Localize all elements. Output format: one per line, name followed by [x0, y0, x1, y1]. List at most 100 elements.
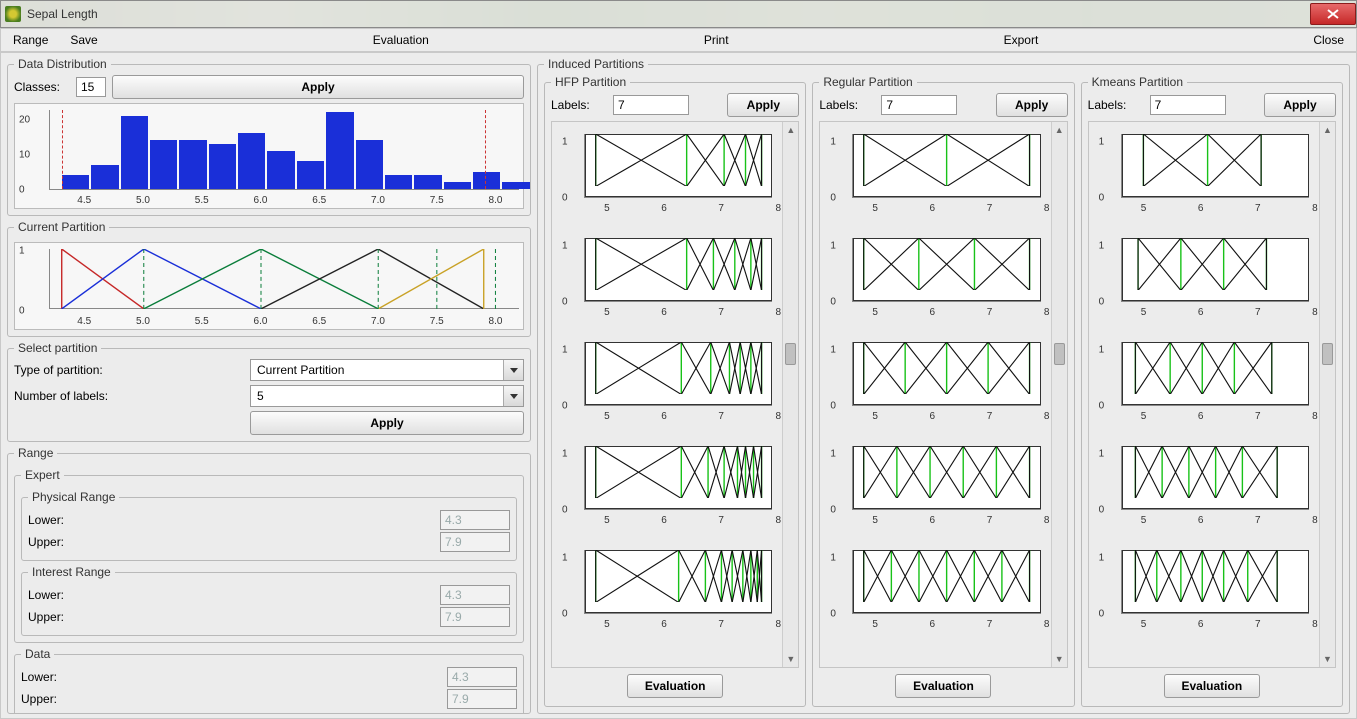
partition-thumbnail[interactable]: 015678: [1093, 230, 1315, 320]
window: Sepal Length Range Save Evaluation Print…: [0, 0, 1357, 719]
hfp-column: HFP Partition Labels: Apply 015678015678…: [544, 75, 806, 707]
kmeans-header: Labels: Apply: [1088, 93, 1336, 117]
right-column: Induced Partitions HFP Partition Labels:…: [537, 57, 1350, 714]
hfp-body: 015678 015678 015678 015678 015678 ▲▼: [551, 121, 799, 668]
phys-upper-input[interactable]: [440, 532, 510, 552]
select-partition-legend: Select partition: [14, 341, 101, 355]
data-lower-input[interactable]: [447, 667, 517, 687]
partition-type-select[interactable]: Current Partition: [250, 359, 524, 381]
window-title: Sepal Length: [27, 7, 98, 21]
kmeans-labels-input[interactable]: [1150, 95, 1226, 115]
app-icon: [5, 6, 21, 22]
interest-range-legend: Interest Range: [28, 565, 115, 579]
physical-range-fieldset: Physical Range Lower: Upper:: [21, 490, 517, 561]
induced-partitions-fieldset: Induced Partitions HFP Partition Labels:…: [537, 57, 1350, 714]
hfp-fieldset: HFP Partition Labels: Apply 015678015678…: [544, 75, 806, 707]
partition-thumbnail[interactable]: 015678: [1093, 334, 1315, 424]
partition-thumbnail[interactable]: 015678: [1093, 126, 1315, 216]
partition-thumbnail[interactable]: 015678: [556, 230, 778, 320]
regular-evaluation-button[interactable]: Evaluation: [895, 674, 991, 698]
histogram-chart: 01020 4.55.05.56.06.57.07.58.0: [14, 103, 524, 209]
kmeans-apply-button[interactable]: Apply: [1264, 93, 1336, 117]
classes-input[interactable]: [76, 77, 106, 97]
regular-column: Regular Partition Labels: Apply 01567801…: [812, 75, 1074, 707]
induced-row: HFP Partition Labels: Apply 015678015678…: [544, 75, 1343, 707]
data-range-fieldset: Data Lower: Upper:: [14, 647, 524, 714]
data-range-legend: Data: [21, 647, 54, 661]
partition-thumbnail[interactable]: 015678: [824, 438, 1046, 528]
menu-evaluation[interactable]: Evaluation: [367, 31, 435, 49]
kmeans-evaluation-button[interactable]: Evaluation: [1164, 674, 1260, 698]
menu-close[interactable]: Close: [1307, 31, 1350, 49]
titlebar: Sepal Length: [0, 0, 1357, 28]
current-partition-chart: 4.55.05.56.06.57.07.58.0 01: [14, 242, 524, 330]
physical-range-legend: Physical Range: [28, 490, 119, 504]
regular-legend: Regular Partition: [819, 75, 916, 89]
current-partition-fieldset: Current Partition 4.55.05.56.06.57.07.58…: [7, 220, 531, 337]
menu-save[interactable]: Save: [64, 31, 103, 49]
hfp-header: Labels: Apply: [551, 93, 799, 117]
hfp-labels-input[interactable]: [613, 95, 689, 115]
partition-thumbnail[interactable]: 015678: [556, 126, 778, 216]
regular-scrollbar[interactable]: ▲▼: [1051, 122, 1067, 667]
regular-labels-label: Labels:: [819, 98, 873, 112]
data-lower-label: Lower:: [21, 670, 441, 684]
phys-lower-input[interactable]: [440, 510, 510, 530]
partition-thumbnail[interactable]: 015678: [556, 542, 778, 632]
data-upper-label: Upper:: [21, 692, 441, 706]
phys-lower-label: Lower:: [28, 513, 434, 527]
left-column: Data Distribution Classes: Apply 01020 4…: [7, 57, 531, 714]
regular-apply-button[interactable]: Apply: [996, 93, 1068, 117]
partition-thumbnail[interactable]: 015678: [824, 542, 1046, 632]
data-distribution-fieldset: Data Distribution Classes: Apply 01020 4…: [7, 57, 531, 216]
int-upper-label: Upper:: [28, 610, 434, 624]
int-upper-input[interactable]: [440, 607, 510, 627]
partition-thumbnail[interactable]: 015678: [1093, 438, 1315, 528]
regular-labels-input[interactable]: [881, 95, 957, 115]
content: Data Distribution Classes: Apply 01020 4…: [0, 52, 1357, 719]
menu-print[interactable]: Print: [698, 31, 735, 49]
expert-fieldset: Expert Physical Range Lower: Upper: Inte…: [14, 468, 524, 643]
partition-thumbnail[interactable]: 015678: [1093, 542, 1315, 632]
partition-thumbnail[interactable]: 015678: [556, 438, 778, 528]
menu-range[interactable]: Range: [7, 31, 54, 49]
kmeans-column: Kmeans Partition Labels: Apply 015678 015…: [1081, 75, 1343, 707]
num-labels-label: Number of labels:: [14, 389, 244, 403]
dist-apply-button[interactable]: Apply: [112, 75, 524, 99]
regular-header: Labels: Apply: [819, 93, 1067, 117]
select-apply-button[interactable]: Apply: [250, 411, 524, 435]
kmeans-scrollbar[interactable]: ▲▼: [1319, 122, 1335, 667]
int-lower-input[interactable]: [440, 585, 510, 605]
hfp-legend: HFP Partition: [551, 75, 630, 89]
hfp-apply-button[interactable]: Apply: [727, 93, 799, 117]
kmeans-legend: Kmeans Partition: [1088, 75, 1187, 89]
select-partition-fieldset: Select partition Type of partition: Curr…: [7, 341, 531, 442]
partition-thumbnail[interactable]: 015678: [824, 126, 1046, 216]
partition-thumbnail[interactable]: 015678: [556, 334, 778, 424]
window-close-button[interactable]: [1310, 3, 1356, 25]
int-lower-label: Lower:: [28, 588, 434, 602]
chevron-down-icon: [503, 360, 523, 380]
regular-fieldset: Regular Partition Labels: Apply 01567801…: [812, 75, 1074, 707]
data-upper-input[interactable]: [447, 689, 517, 709]
classes-label: Classes:: [14, 80, 70, 94]
regular-body: 015678 015678 015678 015678 015678 ▲▼: [819, 121, 1067, 668]
expert-legend: Expert: [21, 468, 64, 482]
current-partition-legend: Current Partition: [14, 220, 109, 234]
hfp-evaluation-button[interactable]: Evaluation: [627, 674, 723, 698]
num-labels-select[interactable]: 5: [250, 385, 524, 407]
kmeans-fieldset: Kmeans Partition Labels: Apply 015678 015…: [1081, 75, 1343, 707]
partition-thumbnail[interactable]: 015678: [824, 230, 1046, 320]
phys-upper-label: Upper:: [28, 535, 434, 549]
hfp-scrollbar[interactable]: ▲▼: [782, 122, 798, 667]
data-distribution-legend: Data Distribution: [14, 57, 111, 71]
induced-partitions-legend: Induced Partitions: [544, 57, 648, 71]
chevron-down-icon: [503, 386, 523, 406]
partition-thumbnail[interactable]: 015678: [824, 334, 1046, 424]
hfp-labels-label: Labels:: [551, 98, 605, 112]
partition-type-label: Type of partition:: [14, 363, 244, 377]
menubar: Range Save Evaluation Print Export Close: [0, 28, 1357, 52]
kmeans-labels-label: Labels:: [1088, 98, 1142, 112]
interest-range-fieldset: Interest Range Lower: Upper:: [21, 565, 517, 636]
menu-export[interactable]: Export: [998, 31, 1045, 49]
